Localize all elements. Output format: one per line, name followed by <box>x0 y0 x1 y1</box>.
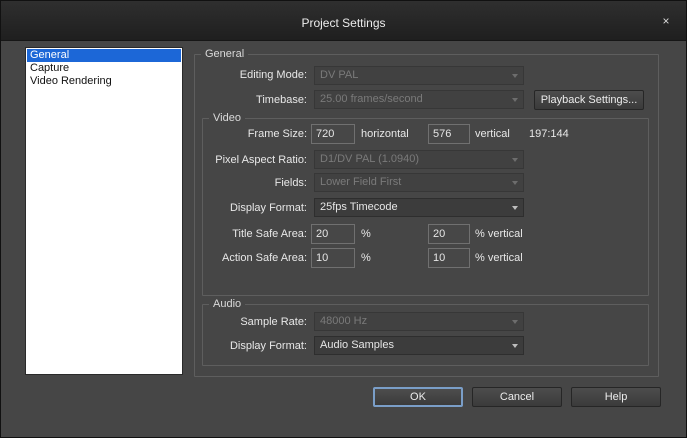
title-safe-area-label: Title Safe Area: <box>232 228 307 240</box>
editing-mode-label: Editing Mode: <box>239 69 307 81</box>
editing-mode-dropdown: DV PAL <box>314 66 524 85</box>
audio-display-format-dropdown[interactable]: Audio Samples <box>314 336 524 355</box>
audio-group: Audio <box>202 298 649 366</box>
title-bar[interactable]: Project Settings × <box>1 1 686 41</box>
audio-display-format-value: Audio Samples <box>320 339 394 351</box>
chevron-down-icon <box>512 344 518 348</box>
sample-rate-label: Sample Rate: <box>240 316 307 328</box>
action-safe-percent-label: % <box>361 252 371 264</box>
chevron-down-icon <box>512 74 518 78</box>
chevron-down-icon <box>512 98 518 102</box>
horizontal-label: horizontal <box>361 128 409 140</box>
fields-label: Fields: <box>274 177 307 189</box>
audio-group-legend: Audio <box>213 298 242 310</box>
timebase-value: 25.00 frames/second <box>320 93 423 105</box>
chevron-down-icon <box>512 158 518 162</box>
sample-rate-dropdown: 48000 Hz <box>314 312 524 331</box>
help-button[interactable]: Help <box>571 387 661 407</box>
project-settings-dialog: Project Settings × General Capture Video… <box>0 0 687 438</box>
vertical-label: vertical <box>475 128 510 140</box>
frame-height-field[interactable]: 576 <box>428 124 470 144</box>
frame-size-label: Frame Size: <box>247 128 307 140</box>
title-safe-percent-label: % <box>361 228 371 240</box>
action-safe-horizontal-field[interactable]: 10 <box>311 248 355 268</box>
video-display-format-value: 25fps Timecode <box>320 201 398 213</box>
action-safe-vertical-field[interactable]: 10 <box>428 248 470 268</box>
fields-dropdown: Lower Field First <box>314 173 524 192</box>
action-safe-percent-vertical-label: % vertical <box>475 252 523 264</box>
timebase-dropdown: 25.00 frames/second <box>314 90 524 109</box>
pixel-aspect-ratio-label: Pixel Aspect Ratio: <box>215 154 307 166</box>
cancel-button[interactable]: Cancel <box>472 387 562 407</box>
pixel-aspect-ratio-value: D1/DV PAL (1.0940) <box>320 153 420 165</box>
dialog-body: General Capture Video Rendering General … <box>1 41 686 437</box>
settings-category-list[interactable]: General Capture Video Rendering <box>25 47 183 375</box>
category-item-capture[interactable]: Capture <box>27 62 181 75</box>
title-safe-vertical-field[interactable]: 20 <box>428 224 470 244</box>
pixel-aspect-ratio-dropdown: D1/DV PAL (1.0940) <box>314 150 524 169</box>
frame-width-field[interactable]: 720 <box>311 124 355 144</box>
audio-display-format-label: Display Format: <box>229 340 307 352</box>
playback-settings-button[interactable]: Playback Settings... <box>534 90 644 110</box>
sample-rate-value: 48000 Hz <box>320 315 368 327</box>
action-safe-area-label: Action Safe Area: <box>222 252 307 264</box>
category-item-general[interactable]: General <box>27 49 181 62</box>
ok-button[interactable]: OK <box>373 387 463 407</box>
editing-mode-value: DV PAL <box>320 69 359 81</box>
dialog-title: Project Settings <box>301 16 386 30</box>
video-group-legend: Video <box>213 112 241 124</box>
chevron-down-icon <box>512 320 518 324</box>
close-icon[interactable]: × <box>660 15 672 27</box>
fields-value: Lower Field First <box>320 176 402 188</box>
timebase-label: Timebase: <box>256 94 307 106</box>
video-display-format-label: Display Format: <box>229 202 307 214</box>
category-item-video-rendering[interactable]: Video Rendering <box>27 75 181 88</box>
video-display-format-dropdown[interactable]: 25fps Timecode <box>314 198 524 217</box>
chevron-down-icon <box>512 181 518 185</box>
chevron-down-icon <box>512 206 518 210</box>
general-group-legend: General <box>205 48 245 60</box>
aspect-ratio-readout: 197:144 <box>529 128 569 140</box>
title-safe-percent-vertical-label: % vertical <box>475 228 523 240</box>
title-safe-horizontal-field[interactable]: 20 <box>311 224 355 244</box>
